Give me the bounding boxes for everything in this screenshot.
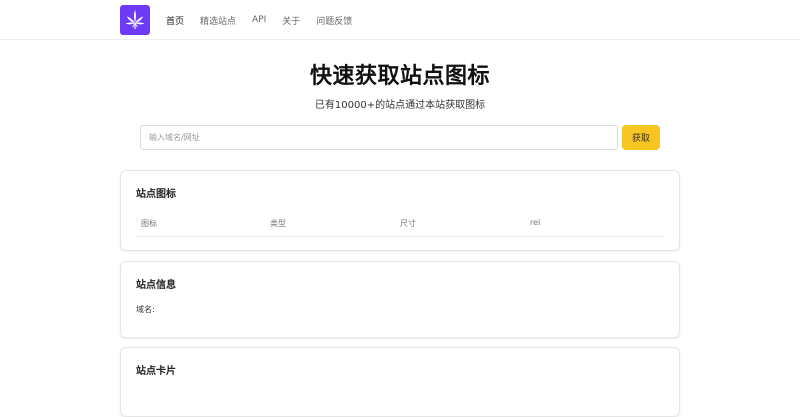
nav-about[interactable]: 关于 — [282, 14, 300, 27]
site-icons-card: 站点图标 图标 类型 尺寸 rel — [120, 170, 680, 251]
nav-featured-sites[interactable]: 精选站点 — [200, 14, 236, 27]
column-header-type: 类型 — [270, 219, 286, 228]
nav-feedback[interactable]: 问题反馈 — [316, 14, 352, 27]
top-navbar: 首页 精选站点 API 关于 问题反馈 — [0, 0, 800, 40]
column-header-size: 尺寸 — [400, 219, 416, 228]
site-card-title: 站点卡片 — [136, 366, 176, 377]
cannabis-leaf-icon — [125, 10, 145, 29]
fetch-button[interactable]: 获取 — [622, 125, 660, 150]
site-card-card: 站点卡片 — [120, 347, 680, 417]
nav-home[interactable]: 首页 — [166, 14, 184, 27]
site-info-card: 站点信息 域名: — [120, 261, 680, 338]
column-header-icon: 图标 — [141, 219, 157, 228]
site-icons-title: 站点图标 — [136, 189, 176, 200]
domain-search-input[interactable] — [140, 125, 618, 150]
site-logo[interactable] — [120, 5, 150, 35]
site-info-title: 站点信息 — [136, 280, 176, 291]
column-header-rel: rel — [530, 218, 541, 227]
page-title: 快速获取站点图标 — [309, 64, 490, 89]
nav-links: 首页 精选站点 API 关于 问题反馈 — [166, 0, 368, 40]
nav-api[interactable]: API — [252, 15, 266, 25]
domain-label: 域名: — [136, 305, 155, 314]
page-subtitle: 已有10000+的站点通过本站获取图标 — [314, 100, 486, 111]
icons-table-header: 图标 类型 尺寸 rel — [136, 213, 665, 237]
